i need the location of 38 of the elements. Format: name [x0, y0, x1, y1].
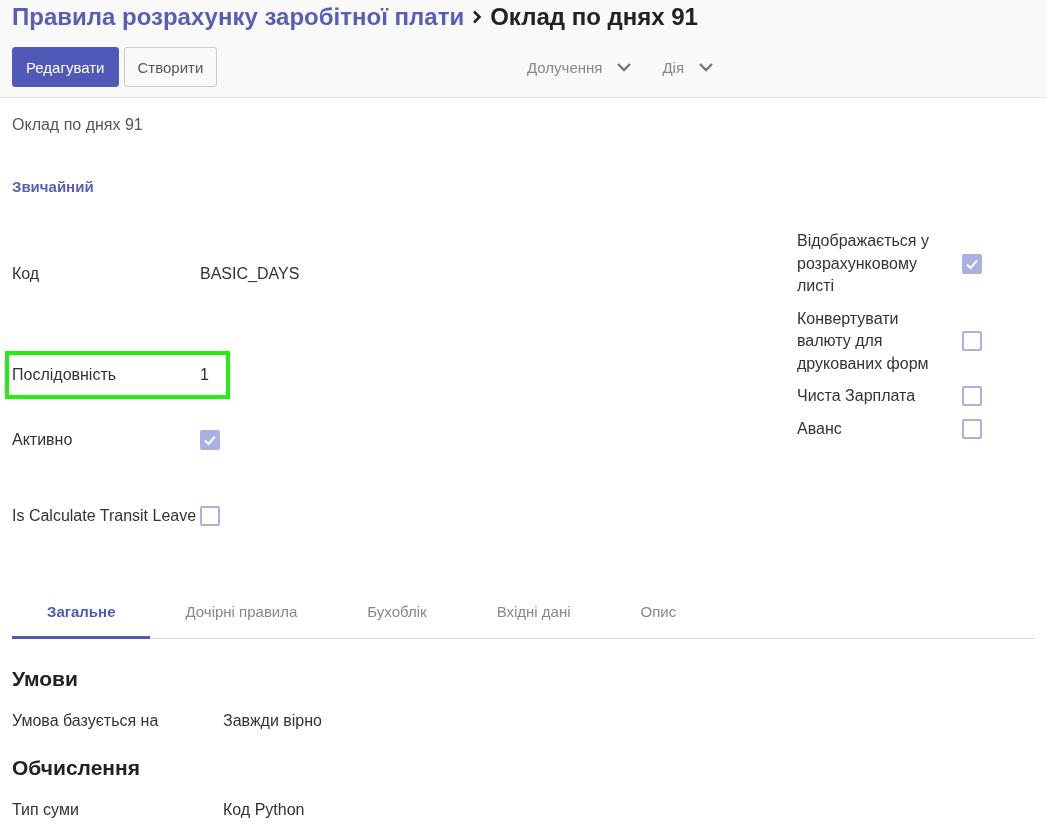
tab[interactable]: Дочірні правила: [150, 593, 333, 639]
breadcrumb-link[interactable]: Правила розрахунку заробітної плати: [12, 3, 465, 31]
field-label: Умова базується на: [12, 712, 160, 730]
caret-icon: [616, 62, 633, 72]
caret-icon: [698, 62, 715, 72]
field-value: BASIC_DAYS: [200, 265, 300, 283]
section-heading: Умови: [12, 667, 79, 691]
tab[interactable]: Опис: [605, 593, 712, 639]
chevron-right-icon: [472, 10, 483, 24]
field-value: 1: [200, 366, 210, 384]
field-label: Код: [12, 264, 41, 284]
edit-button[interactable]: Редагувати: [12, 47, 119, 87]
checkbox[interactable]: [962, 331, 982, 352]
category-label: Звичайний: [12, 178, 95, 195]
field-label: Послідовність: [12, 365, 118, 385]
field-label: Чиста Зарплата: [797, 386, 917, 406]
checkbox[interactable]: [962, 418, 982, 439]
create-button[interactable]: Створити: [123, 47, 218, 87]
record-name: Оклад по днях 91: [12, 116, 144, 135]
tab[interactable]: Бухоблік: [332, 593, 462, 639]
dropdown-menu[interactable]: Долучення: [527, 58, 633, 76]
dropdown-menu[interactable]: Дія: [662, 58, 715, 76]
checkbox[interactable]: [200, 506, 220, 526]
tab[interactable]: Загальне: [12, 593, 151, 639]
checkbox[interactable]: [962, 253, 982, 274]
field-value: Завжди вірно: [223, 712, 322, 730]
checkbox[interactable]: [200, 430, 220, 450]
section-heading: Обчислення: [12, 756, 141, 780]
field-value: Код Python: [223, 801, 305, 819]
checkbox[interactable]: [962, 386, 982, 407]
record-title: Оклад по днях 91: [490, 3, 698, 31]
field-label: Is Calculate Transit Leave: [12, 506, 198, 526]
field-label: Аванс: [797, 418, 843, 439]
field-label: Відображається у розрахунковому листі: [797, 231, 930, 296]
tab[interactable]: Вхідні дані: [461, 593, 606, 639]
field-label: Конвертувати валюту для друкованих форм: [797, 308, 930, 374]
field-label: Активно: [12, 430, 74, 450]
field-label: Тип суми: [12, 801, 80, 819]
